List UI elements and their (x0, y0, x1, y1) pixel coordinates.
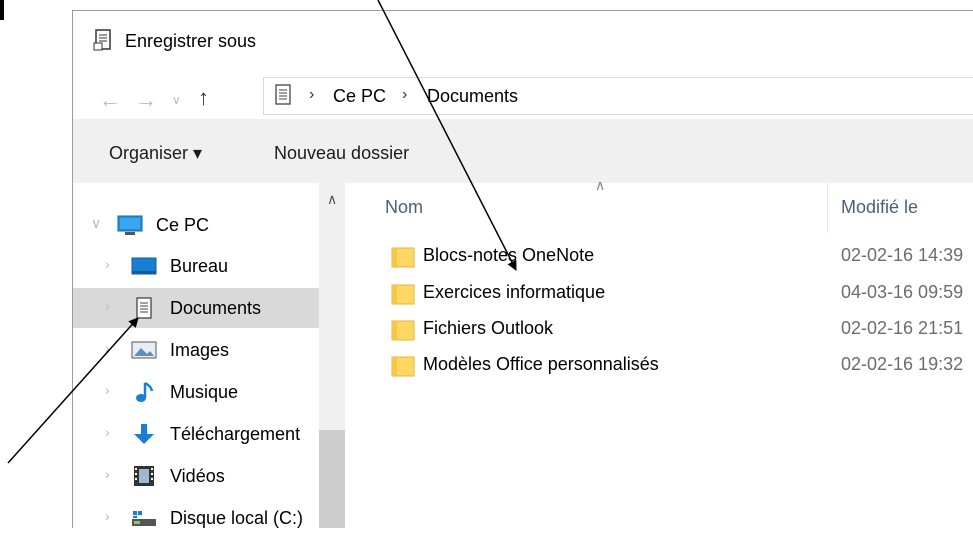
pane-divider (345, 183, 369, 528)
sidebar-item-videos[interactable]: › Vidéos (73, 456, 319, 496)
sidebar-item-telechargement[interactable]: › Téléchargement (73, 414, 319, 454)
file-row[interactable]: Modèles Office personnalisés 02-02-16 19… (385, 348, 973, 384)
sidebar-item-label: Documents (170, 298, 262, 318)
sidebar-item-ce-pc[interactable]: ∨ Ce PC (73, 205, 319, 245)
organize-button[interactable]: Organiser ▾ (109, 143, 202, 164)
chevron-right-icon[interactable]: › (105, 466, 110, 482)
sidebar-item-bureau[interactable]: › Bureau (73, 246, 319, 286)
chevron-right-icon[interactable]: › (105, 508, 110, 524)
file-modified: 02-02-16 21:51 (841, 318, 964, 338)
file-row[interactable]: Exercices informatique 04-03-16 09:59 (385, 276, 973, 312)
chevron-right-icon[interactable]: › (105, 424, 110, 440)
file-name: Modèles Office personnalisés (423, 354, 659, 374)
folder-icon (391, 284, 415, 305)
new-folder-button[interactable]: Nouveau dossier (274, 143, 409, 164)
sidebar-item-label: Téléchargement (170, 424, 301, 444)
title-bar: Enregistrer sous (73, 11, 973, 73)
chevron-right-icon[interactable]: › (105, 340, 110, 356)
chevron-right-icon[interactable]: › (105, 256, 110, 272)
breadcrumb-separator: › (402, 86, 408, 103)
file-row[interactable]: Blocs-notes OneNote 02-02-16 14:39 (385, 239, 973, 275)
file-modified: 02-02-16 19:32 (841, 354, 964, 374)
chevron-down-icon[interactable]: ∨ (91, 215, 101, 232)
address-bar[interactable]: › Ce PC › Documents (263, 77, 973, 115)
sidebar-item-label: Ce PC (156, 215, 210, 235)
file-name: Exercices informatique (423, 282, 606, 302)
sidebar-item-label: Images (170, 340, 230, 360)
sidebar-item-disque-local[interactable]: › Disque local (C:) (73, 498, 319, 538)
sidebar-item-images[interactable]: › Images (73, 330, 319, 370)
file-name: Fichiers Outlook (423, 318, 554, 338)
sort-ascending-icon: ∧ (595, 177, 606, 193)
download-icon (134, 424, 154, 444)
video-icon (134, 466, 154, 486)
scrollbar-thumb[interactable] (319, 430, 345, 528)
save-as-dialog: Enregistrer sous ← → ∨ ↑ › Ce PC › Docum… (72, 10, 973, 528)
chevron-right-icon[interactable]: › (105, 382, 110, 398)
breadcrumb-documents[interactable]: Documents (427, 86, 518, 107)
column-header-name[interactable]: Nom (385, 197, 423, 218)
command-bar: Organiser ▾ Nouveau dossier (73, 119, 973, 183)
file-name: Blocs-notes OneNote (423, 245, 595, 265)
folder-icon (391, 356, 415, 377)
file-modified: 02-02-16 14:39 (841, 245, 964, 265)
chevron-right-icon[interactable]: › (105, 298, 110, 314)
folder-icon (391, 320, 415, 341)
sidebar-item-musique[interactable]: › Musique (73, 372, 319, 412)
documents-icon (136, 297, 152, 319)
dialog-title: Enregistrer sous (125, 31, 257, 51)
sidebar-item-label: Disque local (C:) (170, 508, 304, 528)
sidebar-item-label: Bureau (170, 256, 229, 276)
desktop-icon (131, 257, 157, 275)
file-modified: 04-03-16 09:59 (841, 282, 964, 302)
sidebar-item-label: Vidéos (170, 466, 225, 486)
page-border-mark (0, 0, 4, 20)
breadcrumb-separator: › (309, 86, 315, 103)
forward-arrow-icon[interactable]: → (135, 87, 157, 113)
documents-icon (275, 84, 291, 105)
scroll-up-icon[interactable]: ∧ (327, 191, 337, 208)
chevron-down-icon[interactable]: ∨ (172, 93, 181, 107)
breadcrumb-ce-pc[interactable]: Ce PC (333, 86, 386, 107)
up-arrow-icon[interactable]: ↑ (198, 85, 209, 111)
back-arrow-icon[interactable]: ← (99, 87, 121, 113)
sidebar-item-documents[interactable]: › Documents (73, 288, 319, 328)
file-row[interactable]: Fichiers Outlook 02-02-16 21:51 (385, 312, 973, 348)
document-save-icon (93, 29, 111, 51)
column-separator[interactable] (827, 183, 828, 233)
folder-icon (391, 247, 415, 268)
images-icon (131, 341, 157, 359)
computer-icon (117, 215, 143, 235)
music-icon (136, 381, 154, 402)
drive-icon (132, 511, 156, 526)
sidebar-item-label: Musique (170, 382, 239, 402)
column-header-modified[interactable]: Modifié le (841, 197, 918, 218)
